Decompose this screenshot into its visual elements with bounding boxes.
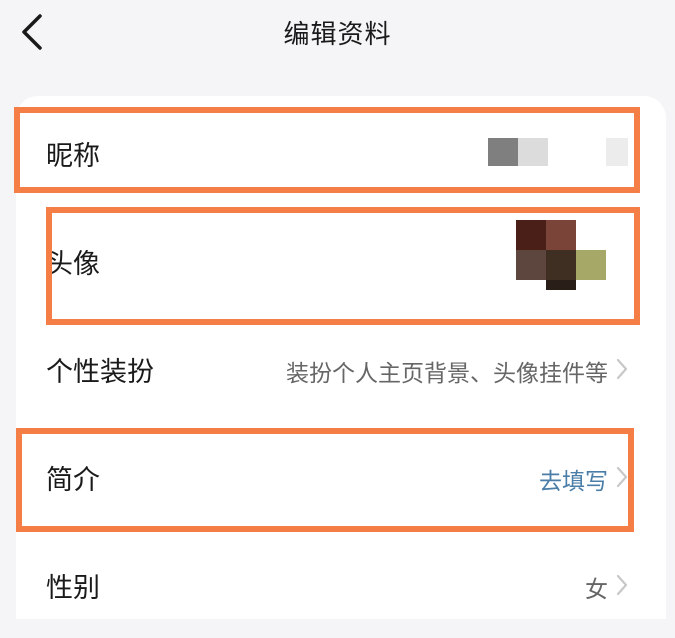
chevron-right-icon [616, 358, 628, 380]
bio-row[interactable]: 简介 去填写 [16, 428, 666, 528]
nav-bar: 编辑资料 [0, 0, 675, 70]
gender-row[interactable]: 性别 女 [16, 538, 666, 638]
chevron-right-icon [616, 466, 628, 488]
decoration-row[interactable]: 个性装扮 装扮个人主页背景、头像挂件等 [16, 318, 666, 418]
avatar-row[interactable]: 头像 [16, 208, 666, 308]
avatar-label: 头像 [46, 249, 100, 280]
decoration-value: 装扮个人主页背景、头像挂件等 [286, 361, 608, 387]
gender-label: 性别 [46, 573, 100, 604]
nickname-row[interactable]: 昵称 [16, 100, 666, 200]
page-title: 编辑资料 [283, 20, 392, 50]
nickname-label: 昵称 [46, 141, 100, 172]
chevron-right-icon [616, 574, 628, 596]
bio-fill-link[interactable]: 去填写 [539, 462, 608, 496]
profile-settings-card: 昵称 头像 个性装扮 装扮个人主页背景、头像挂件等 简介 去填写 性别 女 [16, 96, 666, 619]
gender-value: 女 [585, 577, 608, 603]
bio-label: 简介 [46, 465, 100, 496]
decoration-label: 个性装扮 [46, 357, 154, 388]
